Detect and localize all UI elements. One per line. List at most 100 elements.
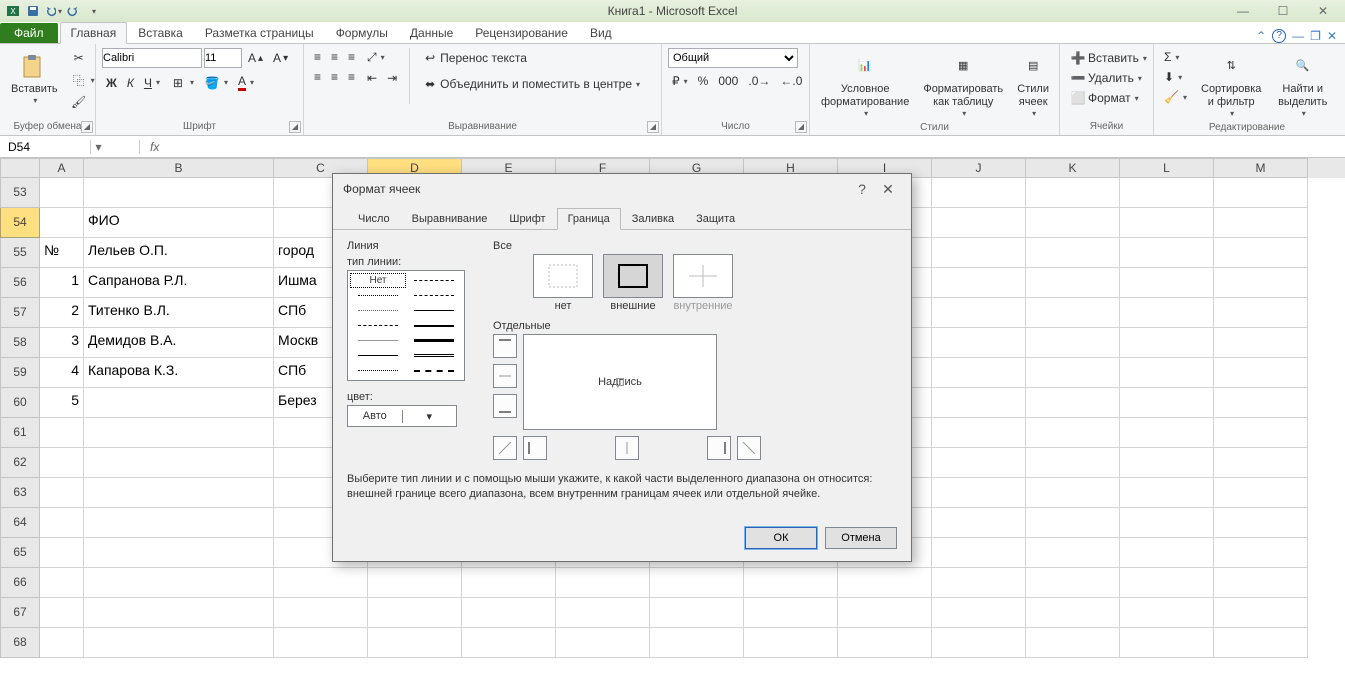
row-header-65[interactable]: 65: [0, 538, 40, 568]
row-header-55[interactable]: 55: [0, 238, 40, 268]
minimize-button[interactable]: —: [1231, 3, 1255, 19]
cell-M56[interactable]: [1214, 268, 1308, 298]
cell-J54[interactable]: [932, 208, 1026, 238]
cell-A61[interactable]: [40, 418, 84, 448]
find-select-button[interactable]: 🔍Найти и выделить▾: [1271, 48, 1334, 122]
cell-J60[interactable]: [932, 388, 1026, 418]
maximize-button[interactable]: ☐: [1271, 3, 1295, 19]
dialog-titlebar[interactable]: Формат ячеек ? ✕: [333, 174, 911, 204]
alignment-launcher[interactable]: ◢: [647, 121, 659, 133]
cell-L54[interactable]: [1120, 208, 1214, 238]
cell-M67[interactable]: [1214, 598, 1308, 628]
cell-M62[interactable]: [1214, 448, 1308, 478]
workbook-min-icon[interactable]: —: [1292, 29, 1304, 43]
row-header-64[interactable]: 64: [0, 508, 40, 538]
cell-J56[interactable]: [932, 268, 1026, 298]
cell-M59[interactable]: [1214, 358, 1308, 388]
clear-button[interactable]: 🧹▾: [1160, 88, 1191, 106]
name-box-input[interactable]: [0, 140, 90, 154]
cell-K59[interactable]: [1026, 358, 1120, 388]
decrease-indent-button[interactable]: ⇤: [363, 69, 381, 87]
cell-C68[interactable]: [274, 628, 368, 658]
increase-decimal-button[interactable]: .0→: [744, 72, 774, 90]
line-style-1[interactable]: [406, 273, 462, 288]
cell-A54[interactable]: [40, 208, 84, 238]
dlg-tab-fill[interactable]: Заливка: [621, 208, 685, 229]
cell-K58[interactable]: [1026, 328, 1120, 358]
tab-page-layout[interactable]: Разметка страницы: [194, 22, 325, 43]
grow-font-button[interactable]: A▴: [244, 49, 267, 67]
select-all-corner[interactable]: [0, 158, 40, 178]
cell-L62[interactable]: [1120, 448, 1214, 478]
cell-B53[interactable]: [84, 178, 274, 208]
cell-styles-button[interactable]: ▤Стили ячеек▾: [1012, 48, 1054, 122]
cell-B66[interactable]: [84, 568, 274, 598]
cell-J67[interactable]: [932, 598, 1026, 628]
line-color-combo[interactable]: Авто ▾: [347, 405, 457, 427]
border-diag-down-button[interactable]: [737, 436, 761, 460]
cell-I66[interactable]: [838, 568, 932, 598]
preset-none-button[interactable]: [533, 254, 593, 298]
cell-M64[interactable]: [1214, 508, 1308, 538]
cell-K56[interactable]: [1026, 268, 1120, 298]
format-as-table-button[interactable]: ▦Форматировать как таблицу▾: [918, 48, 1008, 122]
delete-cells-button[interactable]: ➖Удалить▾: [1066, 68, 1146, 88]
border-top-button[interactable]: [493, 334, 517, 358]
cell-M65[interactable]: [1214, 538, 1308, 568]
autosum-button[interactable]: Σ▾: [1160, 48, 1191, 66]
conditional-formatting-button[interactable]: 📊Условное форматирование▾: [816, 48, 914, 122]
cell-M57[interactable]: [1214, 298, 1308, 328]
cell-M66[interactable]: [1214, 568, 1308, 598]
row-header-61[interactable]: 61: [0, 418, 40, 448]
cell-B58[interactable]: Демидов В.А.: [84, 328, 274, 358]
minimize-ribbon-icon[interactable]: ⌃: [1256, 29, 1266, 43]
cell-B54[interactable]: ФИО: [84, 208, 274, 238]
cell-J57[interactable]: [932, 298, 1026, 328]
cell-G66[interactable]: [650, 568, 744, 598]
fx-icon[interactable]: fx: [146, 140, 163, 154]
cell-L64[interactable]: [1120, 508, 1214, 538]
cell-A67[interactable]: [40, 598, 84, 628]
italic-button[interactable]: К: [123, 74, 138, 92]
cell-M60[interactable]: [1214, 388, 1308, 418]
tab-review[interactable]: Рецензирование: [464, 22, 579, 43]
row-header-68[interactable]: 68: [0, 628, 40, 658]
cell-M53[interactable]: [1214, 178, 1308, 208]
col-header-M[interactable]: M: [1214, 158, 1308, 178]
name-box-dropdown[interactable]: ▾: [90, 140, 106, 154]
cell-L53[interactable]: [1120, 178, 1214, 208]
cell-E67[interactable]: [462, 598, 556, 628]
cell-L63[interactable]: [1120, 478, 1214, 508]
line-style-6[interactable]: [350, 318, 406, 333]
wrap-text-button[interactable]: ↩Перенос текста: [418, 48, 644, 68]
font-size-combo[interactable]: [204, 48, 242, 68]
cell-A68[interactable]: [40, 628, 84, 658]
cell-K66[interactable]: [1026, 568, 1120, 598]
align-left-button[interactable]: ≡: [310, 68, 325, 86]
border-hmiddle-button[interactable]: [493, 364, 517, 388]
fill-button[interactable]: ⬇▾: [1160, 68, 1191, 86]
line-style-none[interactable]: Нет: [350, 273, 406, 288]
tab-home[interactable]: Главная: [60, 22, 128, 44]
col-header-J[interactable]: J: [932, 158, 1026, 178]
fill-color-button[interactable]: 🪣▾: [200, 73, 232, 93]
align-top-button[interactable]: ≡: [310, 48, 325, 66]
row-header-66[interactable]: 66: [0, 568, 40, 598]
cell-B59[interactable]: Капарова К.З.: [84, 358, 274, 388]
clipboard-launcher[interactable]: ◢: [81, 121, 93, 133]
borders-button[interactable]: ⊞▾: [166, 73, 198, 93]
bold-button[interactable]: Ж: [102, 74, 121, 92]
cell-A57[interactable]: 2: [40, 298, 84, 328]
cell-K60[interactable]: [1026, 388, 1120, 418]
row-header-67[interactable]: 67: [0, 598, 40, 628]
orientation-button[interactable]: ⤢▾: [363, 48, 401, 67]
col-header-K[interactable]: K: [1026, 158, 1120, 178]
row-header-56[interactable]: 56: [0, 268, 40, 298]
cell-A53[interactable]: [40, 178, 84, 208]
cell-K65[interactable]: [1026, 538, 1120, 568]
tab-insert[interactable]: Вставка: [127, 22, 194, 43]
cell-F67[interactable]: [556, 598, 650, 628]
tab-view[interactable]: Вид: [579, 22, 623, 43]
cell-J68[interactable]: [932, 628, 1026, 658]
col-header-A[interactable]: A: [40, 158, 84, 178]
